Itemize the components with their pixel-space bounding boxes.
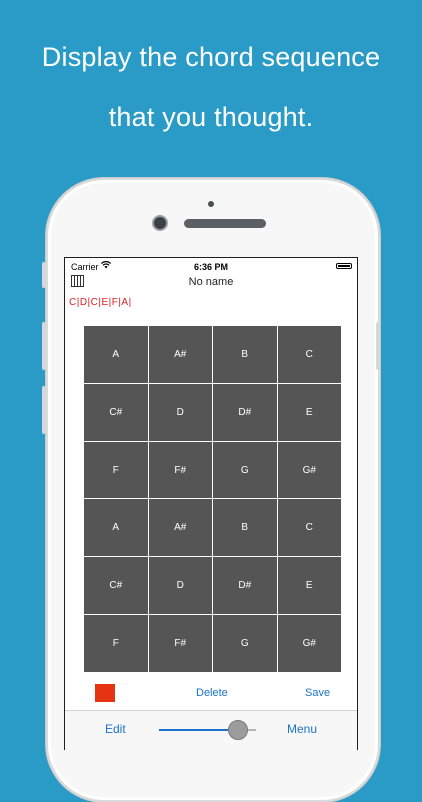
chord-cell[interactable]: D (148, 383, 212, 441)
slider-track-filled[interactable] (159, 729, 229, 731)
chord-sequence: C|D|C|E|F|A| (69, 297, 132, 308)
chord-cell[interactable]: E (277, 383, 341, 441)
nav-title: No name (188, 276, 234, 288)
chord-cell[interactable]: G# (277, 441, 341, 499)
status-bar: Carrier 6:36 PM (65, 258, 357, 274)
toolbar: Delete Save (65, 678, 357, 708)
chord-cell[interactable]: C# (84, 557, 148, 615)
chord-cell[interactable]: C (277, 326, 341, 383)
save-button[interactable]: Save (305, 687, 330, 699)
battery-icon (336, 263, 352, 269)
phone-volume-up (42, 322, 46, 370)
record-button[interactable] (95, 684, 115, 702)
chord-cell[interactable]: D# (213, 557, 277, 615)
phone-power-button (376, 322, 380, 370)
chord-cell[interactable]: G (213, 615, 277, 672)
chord-cell[interactable]: C# (84, 383, 148, 441)
menu-button[interactable]: Menu (287, 722, 317, 736)
phone-volume-down (42, 386, 46, 434)
phone-camera (152, 215, 168, 231)
phone-sensor (208, 201, 214, 207)
chord-grid: A A# B C C# D D# E F F# G G# A A# B C C# D D# E F F# G G# (84, 326, 341, 672)
chord-cell[interactable]: F# (148, 615, 212, 672)
chord-cell[interactable]: B (213, 499, 277, 557)
chord-cell[interactable]: A (84, 326, 148, 383)
phone-mute-switch (42, 262, 46, 288)
chord-cell[interactable]: A# (148, 499, 212, 557)
chord-cell[interactable]: A (84, 499, 148, 557)
app-screen: Carrier 6:36 PM No name C|D|C|E|F|A| A A#… (64, 257, 358, 750)
chord-cell[interactable]: F# (148, 441, 212, 499)
headline-line-1: Display the chord sequence (41, 42, 381, 72)
chord-cell[interactable]: A# (148, 326, 212, 383)
chord-cell[interactable]: G# (277, 615, 341, 672)
chord-cell[interactable]: E (277, 557, 341, 615)
status-time: 6:36 PM (193, 262, 228, 272)
chord-cell[interactable]: G (213, 441, 277, 499)
chord-cell[interactable]: C (277, 499, 341, 557)
chord-cell[interactable]: F (84, 615, 148, 672)
chord-cell[interactable]: B (213, 326, 277, 383)
delete-button[interactable]: Delete (196, 687, 228, 699)
chord-cell[interactable]: D (148, 557, 212, 615)
slider-thumb[interactable] (228, 720, 248, 740)
slider-track-empty[interactable] (247, 729, 256, 731)
headline-line-2: that you thought. (108, 102, 314, 132)
edit-button[interactable]: Edit (105, 722, 126, 736)
phone-speaker (184, 219, 266, 228)
chord-cell[interactable]: F (84, 441, 148, 499)
chord-cell[interactable]: D# (213, 383, 277, 441)
bottom-bar: Edit Menu (65, 710, 357, 750)
